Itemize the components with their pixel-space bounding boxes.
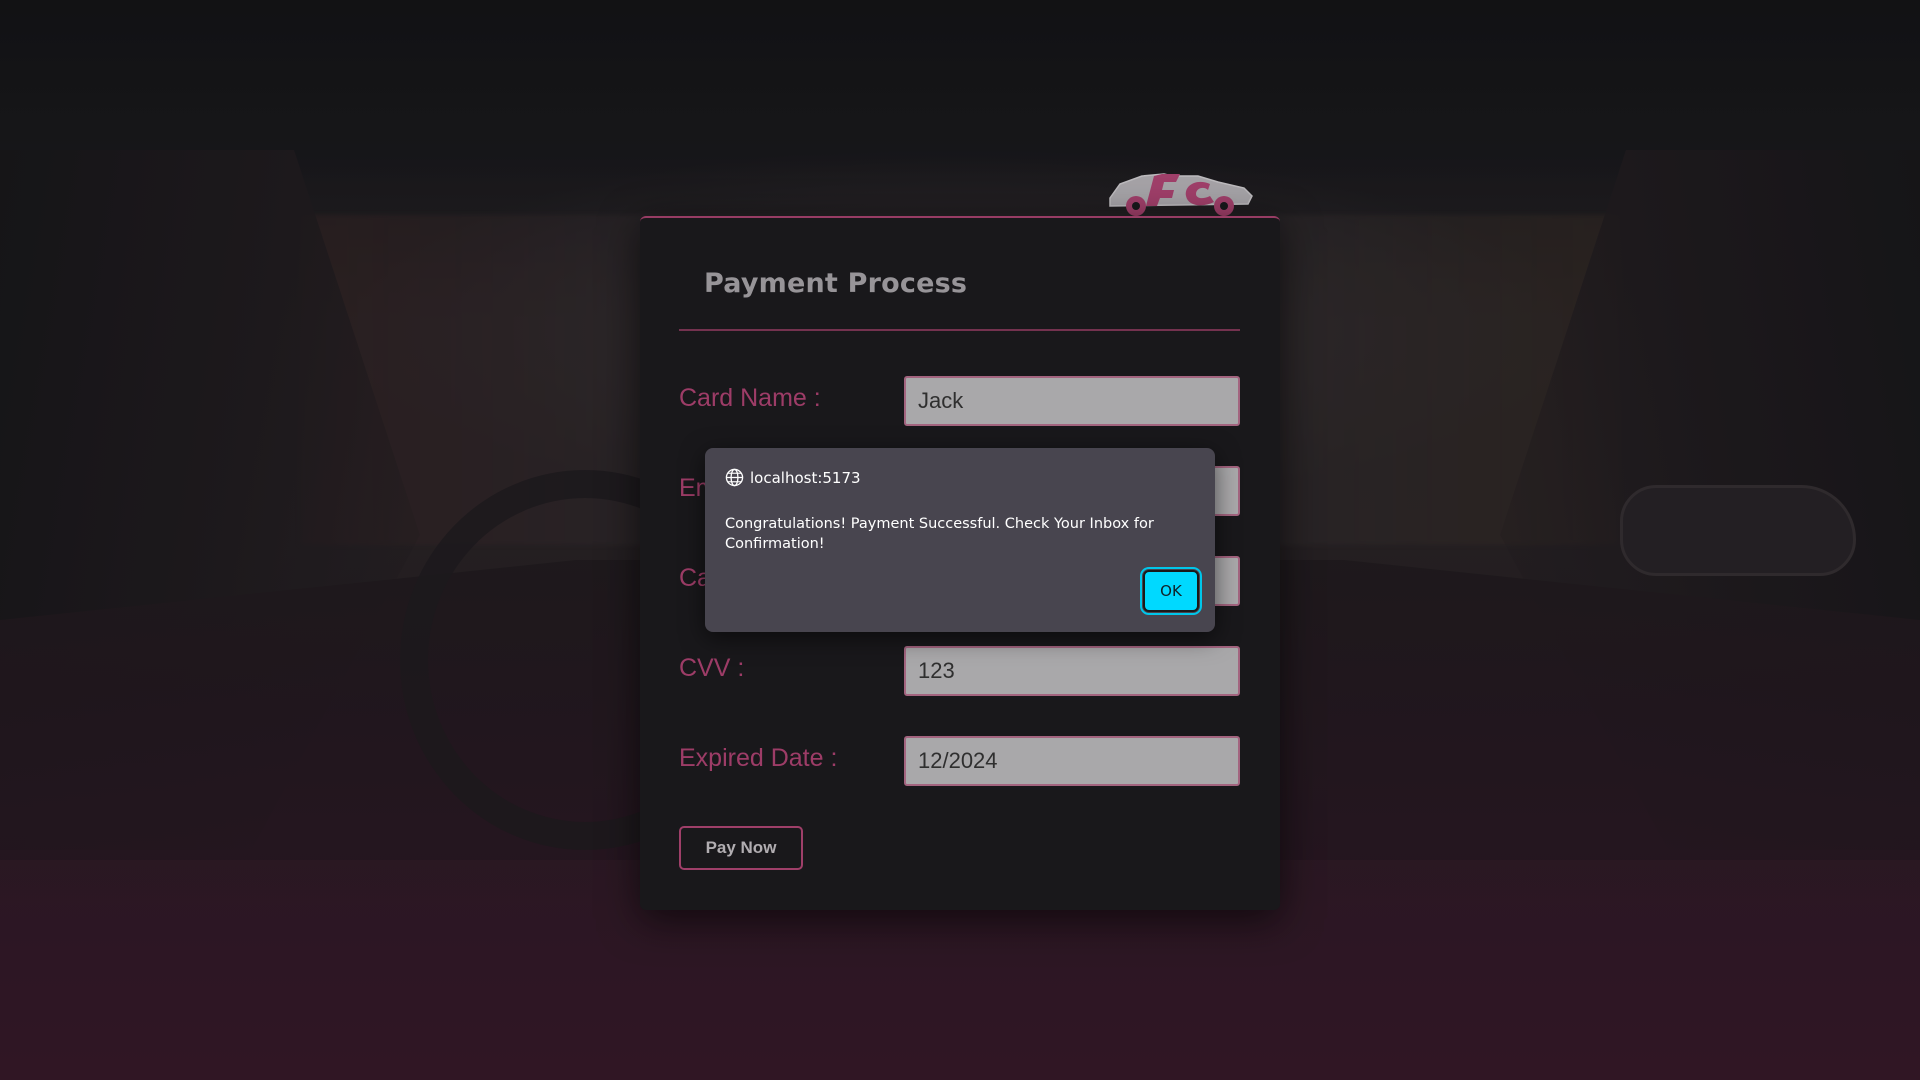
- dialog-origin: localhost:5173: [725, 468, 861, 487]
- dialog-message: Congratulations! Payment Successful. Che…: [725, 516, 1154, 552]
- alert-dialog: localhost:5173 Congratulations! Payment …: [705, 448, 1215, 632]
- dialog-origin-text: localhost:5173: [750, 468, 861, 487]
- globe-icon: [725, 468, 744, 487]
- ok-button[interactable]: OK: [1140, 567, 1202, 615]
